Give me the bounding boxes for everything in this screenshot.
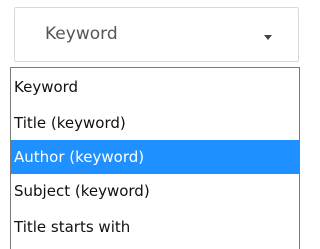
- option-title-keyword[interactable]: Title (keyword): [11, 106, 299, 140]
- search-type-selector: Keyword Keyword Title (keyword) Author (…: [0, 0, 302, 249]
- chevron-down-icon[interactable]: [264, 35, 272, 40]
- option-keyword[interactable]: Keyword: [11, 70, 299, 104]
- option-author-keyword[interactable]: Author (keyword): [11, 140, 299, 174]
- option-subject-keyword[interactable]: Subject (keyword): [11, 174, 299, 208]
- search-type-select[interactable]: Keyword: [14, 7, 299, 62]
- selected-value: Keyword: [45, 24, 118, 44]
- option-title-starts-with[interactable]: Title starts with: [11, 210, 299, 244]
- dropdown-list: Keyword Title (keyword) Author (keyword)…: [10, 67, 300, 249]
